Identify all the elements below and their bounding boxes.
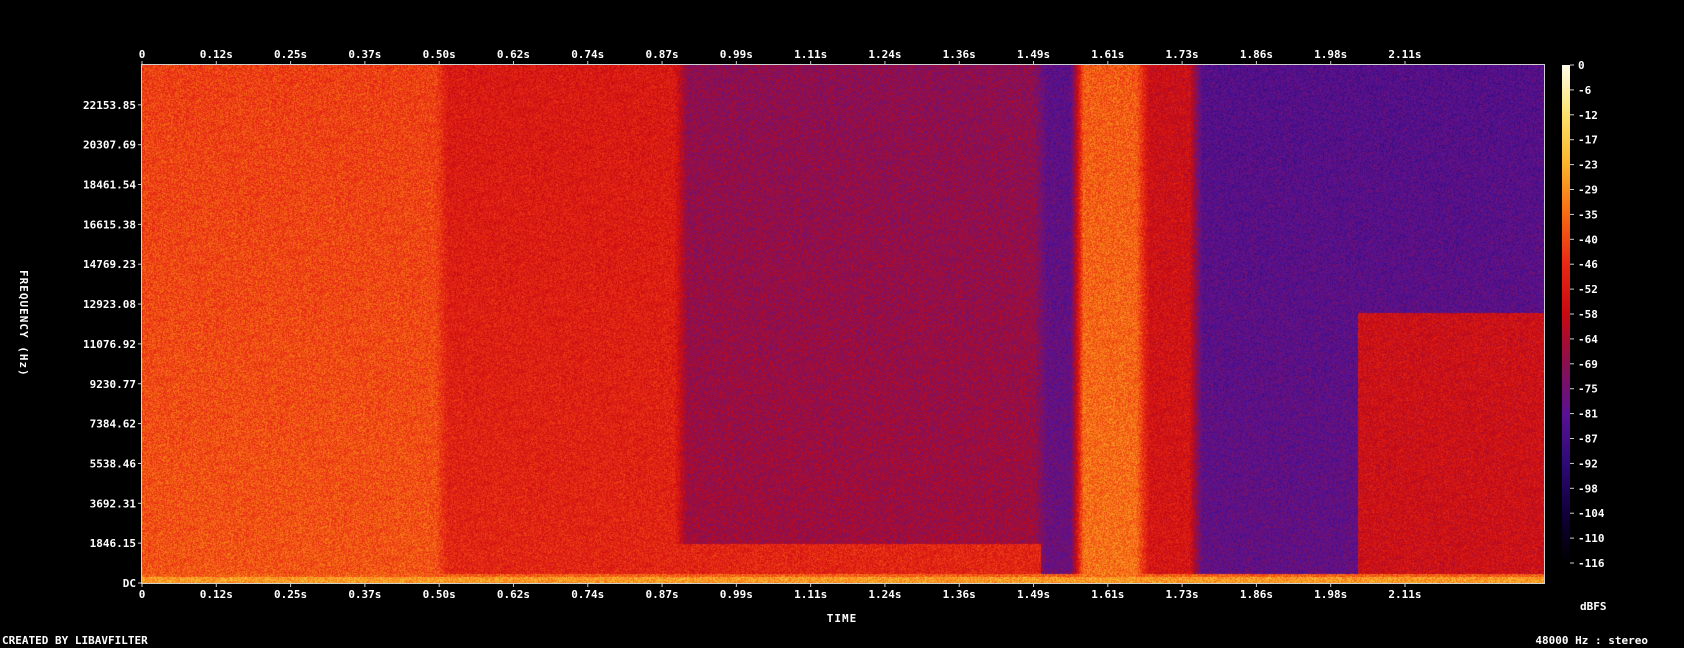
colorbar-tick-label: 0 (1578, 59, 1585, 72)
spectrogram-figure: 0 0.12s 0.25s 0.37s 0.50s 0.62s 0.74s 0.87s 0.99… (0, 0, 1684, 648)
y-tick-label: 14769.23 (83, 258, 136, 271)
y-tick-label: 9230.77 (90, 378, 136, 391)
colorbar-tick-label: -35 (1578, 208, 1598, 221)
x-tick-label-bottom: 0.50s (423, 588, 456, 601)
x-tick-label-bottom: 1.98s (1314, 588, 1347, 601)
colorbar-tick-label: -17 (1578, 134, 1598, 147)
spectrogram-image (142, 65, 1544, 583)
x-tick-label-bottom: 2.11s (1388, 588, 1421, 601)
x-tick-label-top: 0.50s (423, 48, 456, 61)
colorbar-tick-label: -69 (1578, 358, 1598, 371)
x-tick-label-bottom: 1.73s (1166, 588, 1199, 601)
y-tick-label: 20307.69 (83, 139, 136, 152)
colorbar-tick-label: -58 (1578, 308, 1598, 321)
created-by-label: CREATED BY LIBAVFILTER (2, 634, 148, 647)
x-tick-label-top: 1.61s (1091, 48, 1124, 61)
x-tick-label-top: 1.86s (1240, 48, 1273, 61)
y-tick-label: 18461.54 (83, 179, 136, 192)
x-tick-label-bottom: 0.62s (497, 588, 530, 601)
colorbar-tick-label: -23 (1578, 159, 1598, 172)
y-tick-label: 3692.31 (90, 497, 137, 510)
x-tick-label-top: 0.74s (571, 48, 604, 61)
y-tick-label: 12923.08 (83, 298, 136, 311)
colorbar-tick-label: -29 (1578, 184, 1598, 197)
x-tick-label-bottom: 0.74s (571, 588, 604, 601)
colorbar-tick-label: -116 (1578, 557, 1605, 570)
x-tick-label-top: 0.62s (497, 48, 530, 61)
spectrogram-canvas (142, 65, 1544, 583)
y-tick-label: 16615.38 (83, 218, 136, 231)
colorbar-tick-label: -98 (1578, 482, 1598, 495)
x-tick-label-bottom: 1.49s (1017, 588, 1050, 601)
colorbar-tick-label: -12 (1578, 109, 1598, 122)
x-tick-label-bottom: 0.37s (348, 588, 381, 601)
colorbar-gradient (1562, 65, 1570, 564)
y-axis-label: FREQUENCY (Hz) (17, 270, 30, 377)
colorbar-tick-label: -87 (1578, 433, 1598, 446)
x-tick-label-bottom: 1.36s (943, 588, 976, 601)
x-tick-label-top: 1.73s (1166, 48, 1199, 61)
x-tick-label-top: 0.37s (348, 48, 381, 61)
y-tick-label: 11076.92 (83, 338, 136, 351)
x-tick-label-top: 0.87s (645, 48, 678, 61)
y-tick-label: 7384.62 (90, 418, 136, 431)
colorbar-tick-label: -46 (1578, 258, 1598, 271)
x-tick-label-top: 0.12s (200, 48, 233, 61)
x-tick-label-bottom: 0.87s (645, 588, 678, 601)
y-tick-label: DC (123, 577, 136, 590)
x-tick-label-bottom: 0.12s (200, 588, 233, 601)
colorbar-tick-label: -92 (1578, 457, 1598, 470)
x-tick-label-top: 0.99s (720, 48, 753, 61)
colorbar-tick-label: -6 (1578, 84, 1592, 97)
x-tick-label-bottom: 1.61s (1091, 588, 1124, 601)
x-tick-label-bottom: 0.25s (274, 588, 307, 601)
x-tick-label-top: 1.24s (868, 48, 901, 61)
x-tick-label-bottom: 0 (139, 588, 146, 601)
x-tick-label-top: 1.49s (1017, 48, 1050, 61)
y-tick-label: 1846.15 (90, 537, 136, 550)
x-tick-label-top: 0.25s (274, 48, 307, 61)
x-tick-label-top: 2.11s (1388, 48, 1421, 61)
colorbar-tick-label: -52 (1578, 283, 1598, 296)
colorbar-tick-label: -81 (1578, 408, 1598, 421)
sample-info-label: 48000 Hz : stereo (1535, 634, 1648, 647)
colorbar-label: dBFS (1580, 600, 1607, 613)
spectrogram-plot (141, 64, 1545, 584)
x-tick-label-bottom: 1.11s (794, 588, 827, 601)
colorbar-tick-label: -64 (1578, 333, 1598, 346)
x-tick-label-top: 0 (139, 48, 146, 61)
x-tick-label-bottom: 1.24s (868, 588, 901, 601)
colorbar-tick-label: -75 (1578, 383, 1598, 396)
x-tick-label-bottom: 1.86s (1240, 588, 1273, 601)
colorbar-tick-label: -40 (1578, 233, 1598, 246)
colorbar-tick-label: -110 (1578, 532, 1605, 545)
x-axis-label: TIME (827, 612, 858, 625)
colorbar-tick-label: -104 (1578, 507, 1605, 520)
y-tick-label: 5538.46 (90, 457, 137, 470)
x-tick-label-bottom: 0.99s (720, 588, 753, 601)
x-tick-label-top: 1.36s (943, 48, 976, 61)
y-tick-label: 22153.85 (83, 99, 136, 112)
colorbar-canvas (1562, 65, 1570, 564)
x-tick-label-top: 1.98s (1314, 48, 1347, 61)
x-tick-label-top: 1.11s (794, 48, 827, 61)
